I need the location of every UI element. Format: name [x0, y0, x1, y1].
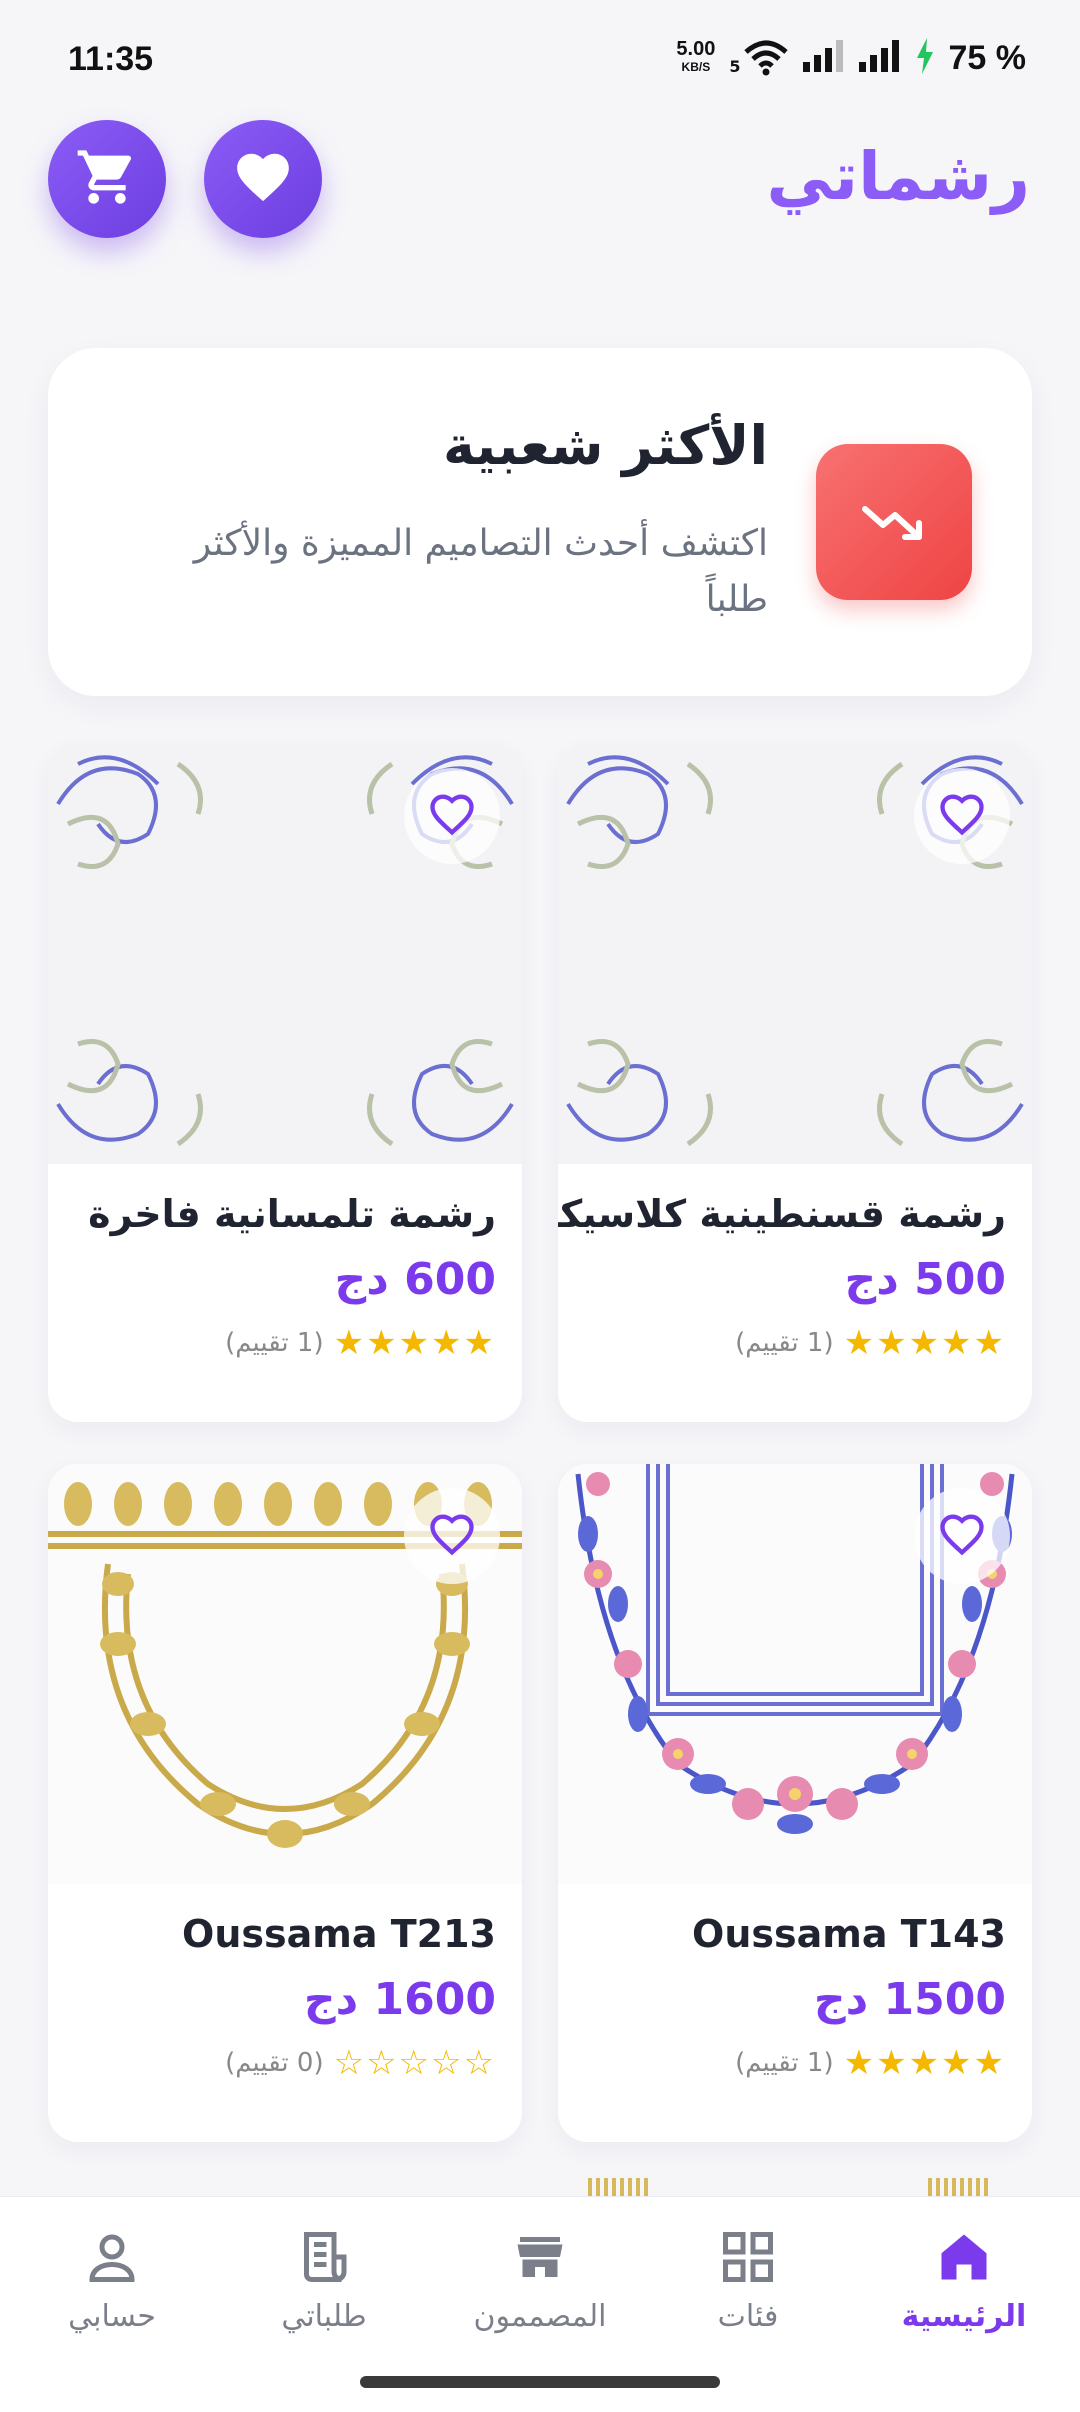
- nav-item-account[interactable]: حسابي: [12, 2227, 212, 2334]
- nav-item-designers[interactable]: المصممون: [440, 2227, 640, 2334]
- product-price: 600 دج: [334, 1254, 496, 1305]
- nav-item-home[interactable]: الرئيسية: [864, 2227, 1064, 2334]
- nav-item-categories[interactable]: فئات: [648, 2227, 848, 2334]
- home-icon: [934, 2234, 994, 2291]
- rating-count: (0 تقييم): [225, 2048, 324, 2078]
- signal-icon-2: [858, 40, 901, 76]
- product-card[interactable]: Oussama T143 1500 دج ★★★★★ (1 تقييم): [558, 1464, 1032, 2142]
- next-row-peek: [48, 2178, 1032, 2198]
- nav-label: المصممون: [473, 2299, 607, 2334]
- rating-count: (1 تقييم): [735, 2048, 834, 2078]
- product-card[interactable]: رشمة تلمسانية فاخرة 600 دج ★★★★★ (1 تقيي…: [48, 744, 522, 1422]
- favorite-toggle[interactable]: [404, 768, 500, 864]
- product-title: رشمة قسنطينية كلاسيكية: [558, 1192, 1006, 1236]
- favorite-toggle[interactable]: [914, 768, 1010, 864]
- product-card[interactable]: رشمة قسنطينية كلاسيكية 500 دج ★★★★★ (1 ت…: [558, 744, 1032, 1422]
- product-card[interactable]: Oussama T213 1600 دج ☆☆☆☆☆ (0 تقييم): [48, 1464, 522, 2142]
- nav-label: حسابي: [68, 2299, 156, 2334]
- status-icons: 5.00 KB/S 5 75 %: [676, 38, 1026, 78]
- signal-icon: [802, 40, 845, 76]
- product-image: [48, 744, 522, 1164]
- product-rating: ★★★★★ (1 تقييم): [584, 2043, 1006, 2083]
- nav-label: طلباتي: [281, 2299, 367, 2334]
- person-icon: [82, 2234, 142, 2291]
- product-image: [558, 1464, 1032, 1884]
- status-bar: 11:35 5.00 KB/S 5 75 %: [0, 0, 1080, 120]
- favorite-toggle[interactable]: [404, 1488, 500, 1584]
- nav-label: الرئيسية: [901, 2299, 1027, 2334]
- nav-label: فئات: [717, 2299, 779, 2334]
- product-price: 1600 دج: [303, 1974, 496, 2025]
- heart-outline-icon: [426, 788, 478, 844]
- product-rating: ☆☆☆☆☆ (0 تقييم): [74, 2043, 496, 2083]
- favorite-toggle[interactable]: [914, 1488, 1010, 1584]
- rating-count: (1 تقييم): [735, 1328, 834, 1358]
- network-speed: 5.00 KB/S: [676, 38, 716, 76]
- heart-outline-icon: [936, 788, 988, 844]
- cart-button[interactable]: [48, 120, 166, 238]
- product-title: Oussama T143: [692, 1912, 1006, 1956]
- product-rating: ★★★★★ (1 تقييم): [584, 1323, 1006, 1363]
- wifi-icon: 5: [729, 40, 788, 76]
- grid-icon: [718, 2232, 778, 2291]
- heart-icon: [232, 146, 294, 212]
- product-image: [558, 744, 1032, 1164]
- charging-icon: [915, 38, 935, 78]
- trending-down-icon: [816, 444, 972, 600]
- home-indicator[interactable]: [360, 2376, 720, 2388]
- product-title: Oussama T213: [182, 1912, 496, 1956]
- heart-outline-icon: [936, 1508, 988, 1564]
- product-title: رشمة تلمسانية فاخرة: [88, 1192, 496, 1236]
- popular-banner[interactable]: الأكثر شعبية اكتشف أحدث التصاميم المميزة…: [48, 348, 1032, 696]
- banner-title: الأكثر شعبية: [443, 414, 768, 477]
- banner-subtitle: اكتشف أحدث التصاميم المميزة والأكثر طلبا…: [193, 523, 768, 620]
- product-info: رشمة تلمسانية فاخرة 600 دج ★★★★★ (1 تقيي…: [48, 1164, 522, 1422]
- nav-item-orders[interactable]: طلباتي: [224, 2227, 424, 2334]
- favorites-button[interactable]: [204, 120, 322, 238]
- product-price: 500 دج: [844, 1254, 1006, 1305]
- rating-count: (1 تقييم): [225, 1328, 324, 1358]
- network-speed-value: 5.00: [676, 38, 716, 60]
- star-rating: ★★★★★: [843, 2043, 1006, 2083]
- app-title: رشماتي: [766, 138, 1030, 215]
- battery-level: 75 %: [948, 38, 1027, 77]
- product-info: Oussama T143 1500 دج ★★★★★ (1 تقييم): [558, 1884, 1032, 2142]
- heart-outline-icon: [426, 1508, 478, 1564]
- network-speed-unit: KB/S: [681, 60, 711, 74]
- receipt-icon: [294, 2232, 354, 2291]
- star-rating: ★★★★★: [843, 1323, 1006, 1363]
- product-info: رشمة قسنطينية كلاسيكية 500 دج ★★★★★ (1 ت…: [558, 1164, 1032, 1422]
- product-info: Oussama T213 1600 دج ☆☆☆☆☆ (0 تقييم): [48, 1884, 522, 2142]
- product-rating: ★★★★★ (1 تقييم): [74, 1323, 496, 1363]
- status-time: 11:35: [68, 40, 154, 78]
- product-image: [48, 1464, 522, 1884]
- store-icon: [510, 2237, 570, 2291]
- product-price: 1500 دج: [813, 1974, 1006, 2025]
- network-gen: 5: [729, 57, 741, 76]
- cart-icon: [75, 145, 139, 213]
- star-rating: ☆☆☆☆☆: [333, 2043, 496, 2083]
- app-header: رشماتي: [0, 120, 1080, 240]
- star-rating: ★★★★★: [333, 1323, 496, 1363]
